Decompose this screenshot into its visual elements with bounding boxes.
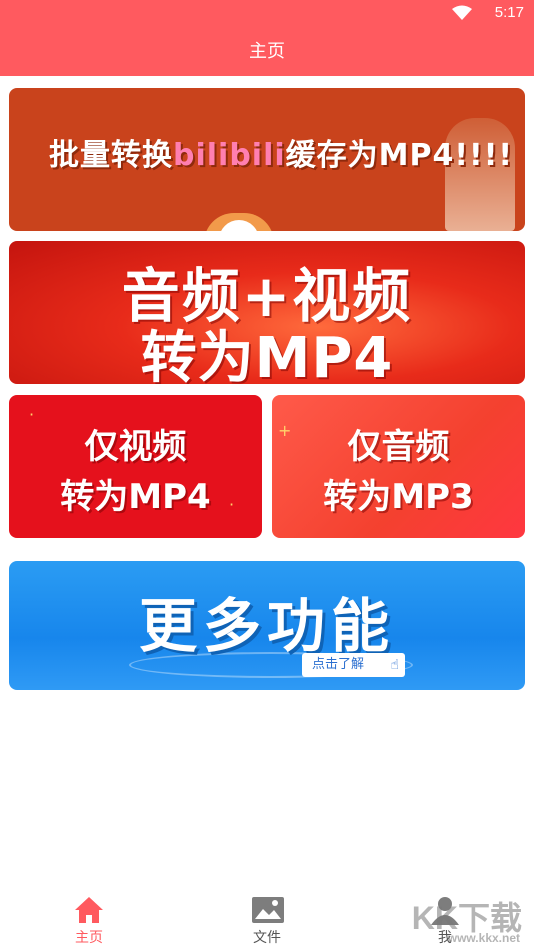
more-features-title: 更多功能 <box>138 592 395 660</box>
watermark-url: www.kkx.net <box>447 931 520 945</box>
status-time: 5:17 <box>494 4 524 21</box>
bilibili-banner-suffix: 缓存为MP4!!!! <box>285 138 514 173</box>
tab-files[interactable]: 文件 <box>227 889 307 949</box>
audio-only-to-mp3-banner[interactable]: + 仅音频 转为MP3 <box>272 395 525 538</box>
bilibili-banner-text: 批量转换bilibili缓存为MP4!!!! <box>49 130 513 174</box>
banner-line1: 仅视频 <box>84 427 187 467</box>
learn-more-label: 点击了解 <box>312 657 365 672</box>
banner-line1: 仅音频 <box>347 427 450 467</box>
bilibili-banner-prefix: 批量转换 <box>49 138 173 173</box>
site-watermark: KK下载 www.kkx.net <box>406 893 526 947</box>
tab-home[interactable]: 主页 <box>49 889 129 949</box>
wifi-icon <box>452 5 472 20</box>
tab-files-label: 文件 <box>253 930 281 946</box>
tab-home-label: 主页 <box>75 930 103 946</box>
audio-video-to-mp4-banner[interactable]: 音频+视频 转为MP4 <box>9 241 525 384</box>
app-bar: 主页 <box>0 28 534 76</box>
image-file-icon <box>252 897 284 923</box>
status-bar: 5:17 <box>0 0 534 28</box>
page-title: 主页 <box>249 41 285 62</box>
home-icon <box>75 897 103 923</box>
banner-line2: 转为MP4 <box>140 326 394 384</box>
bilibili-logo: bilibili <box>173 138 286 173</box>
pointer-hand-icon: ☝ <box>390 657 399 673</box>
more-features-banner[interactable]: 更多功能 点击了解 ☝ <box>9 561 525 690</box>
banner-line2: 转为MP3 <box>323 477 474 517</box>
bilibili-convert-banner[interactable]: 批量转换bilibili缓存为MP4!!!! <box>9 88 525 231</box>
banner-line2: 转为MP4 <box>60 477 211 517</box>
video-only-to-mp4-banner[interactable]: · · 仅视频 转为MP4 <box>9 395 262 538</box>
learn-more-button[interactable]: 点击了解 ☝ <box>302 653 405 677</box>
